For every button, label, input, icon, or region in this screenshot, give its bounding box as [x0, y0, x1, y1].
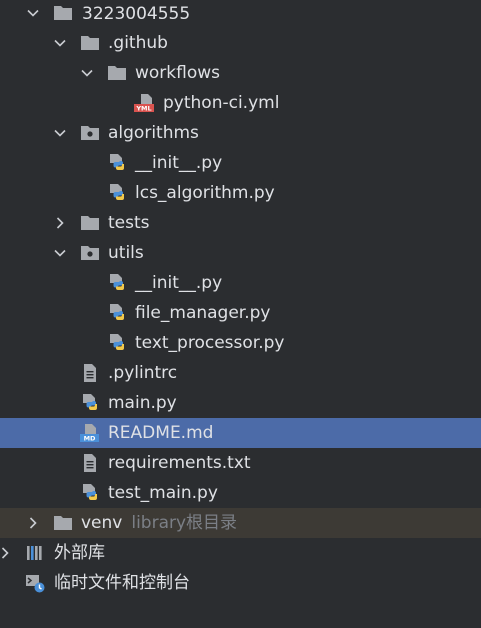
tree-item-label: text_processor.py — [135, 333, 285, 353]
module-folder-icon — [80, 243, 100, 263]
library-icon — [27, 546, 42, 560]
tree-row-tests[interactable]: tests — [0, 208, 481, 238]
venv-label: venv — [81, 513, 123, 533]
tree-row-utils[interactable]: utils — [0, 238, 481, 268]
chevron-down-icon[interactable] — [53, 36, 67, 50]
tree-row-requirements[interactable]: requirements.txt — [0, 448, 481, 478]
tree-row-workflows[interactable]: workflows — [0, 58, 481, 88]
folder-icon — [53, 513, 73, 533]
tree-item-label: __init__.py — [135, 153, 223, 173]
tree-row-main[interactable]: main.py — [0, 388, 481, 418]
module-folder-icon — [80, 123, 100, 143]
tree-item-label: __init__.py — [135, 273, 223, 293]
tree-item-label: 临时文件和控制台 — [54, 573, 190, 593]
tree-row-algorithms-init[interactable]: __init__.py — [0, 148, 481, 178]
tree-row-readme[interactable]: README.md — [0, 418, 481, 448]
tree-item-label: lcs_algorithm.py — [135, 183, 275, 203]
tree-row-github[interactable]: .github — [0, 28, 481, 58]
folder-icon — [80, 213, 100, 233]
tree-item-label: tests — [108, 213, 150, 233]
chevron-right-icon[interactable] — [26, 516, 40, 530]
tree-item-label: 3223004555 — [82, 4, 191, 24]
tree-row-python-ci-yml[interactable]: python-ci.yml — [0, 88, 481, 118]
folder-icon — [80, 33, 100, 53]
python-file-icon — [107, 153, 127, 173]
tree-row-pylintrc[interactable]: .pylintrc — [0, 358, 481, 388]
text-file-icon — [80, 363, 100, 383]
chevron-down-icon[interactable] — [26, 6, 40, 20]
tree-item-label: README.md — [108, 423, 214, 443]
yaml-file-icon — [134, 93, 154, 113]
chevron-down-icon[interactable] — [53, 126, 67, 140]
tree-row-algorithms[interactable]: algorithms — [0, 118, 481, 148]
tree-item-label: venv library根目录 — [81, 512, 237, 534]
tree-item-label: requirements.txt — [108, 453, 251, 473]
tree-item-label: main.py — [108, 393, 177, 413]
tree-item-label: workflows — [135, 63, 221, 83]
tree-row-file-manager[interactable]: file_manager.py — [0, 298, 481, 328]
tree-row-lcs-algorithm[interactable]: lcs_algorithm.py — [0, 178, 481, 208]
python-file-icon — [80, 393, 100, 413]
chevron-down-icon[interactable] — [80, 66, 94, 80]
tree-item-label: algorithms — [108, 123, 199, 143]
tree-row-text-processor[interactable]: text_processor.py — [0, 328, 481, 358]
python-file-icon — [107, 303, 127, 323]
markdown-file-icon — [80, 423, 100, 443]
python-file-icon — [107, 183, 127, 203]
venv-hint: library根目录 — [131, 513, 238, 533]
tree-row-scratches[interactable]: 临时文件和控制台 — [0, 568, 481, 598]
chevron-right-icon[interactable] — [0, 546, 12, 560]
python-file-icon — [107, 333, 127, 353]
tree-item-label: file_manager.py — [135, 303, 271, 323]
folder-icon — [53, 3, 73, 23]
tree-item-label: .pylintrc — [108, 363, 178, 383]
tree-item-label: .github — [108, 33, 168, 53]
tree-row-external-libraries[interactable]: 外部库 — [0, 538, 481, 568]
tree-item-label: test_main.py — [108, 483, 218, 503]
tree-item-label: python-ci.yml — [163, 93, 280, 113]
python-file-icon — [107, 273, 127, 293]
python-file-icon — [80, 483, 100, 503]
tree-item-label: 外部库 — [54, 543, 105, 563]
chevron-down-icon[interactable] — [53, 246, 67, 260]
scratch-icon — [26, 575, 45, 593]
tree-item-label: utils — [108, 243, 144, 263]
chevron-right-icon[interactable] — [53, 216, 67, 230]
tree-row-test-main[interactable]: test_main.py — [0, 478, 481, 508]
folder-icon — [107, 63, 127, 83]
tree-row-root[interactable]: 3223004555 — [0, 0, 481, 30]
tree-row-venv[interactable]: venv library根目录 — [0, 508, 481, 538]
text-file-icon — [80, 453, 100, 473]
tree-row-utils-init[interactable]: __init__.py — [0, 268, 481, 298]
